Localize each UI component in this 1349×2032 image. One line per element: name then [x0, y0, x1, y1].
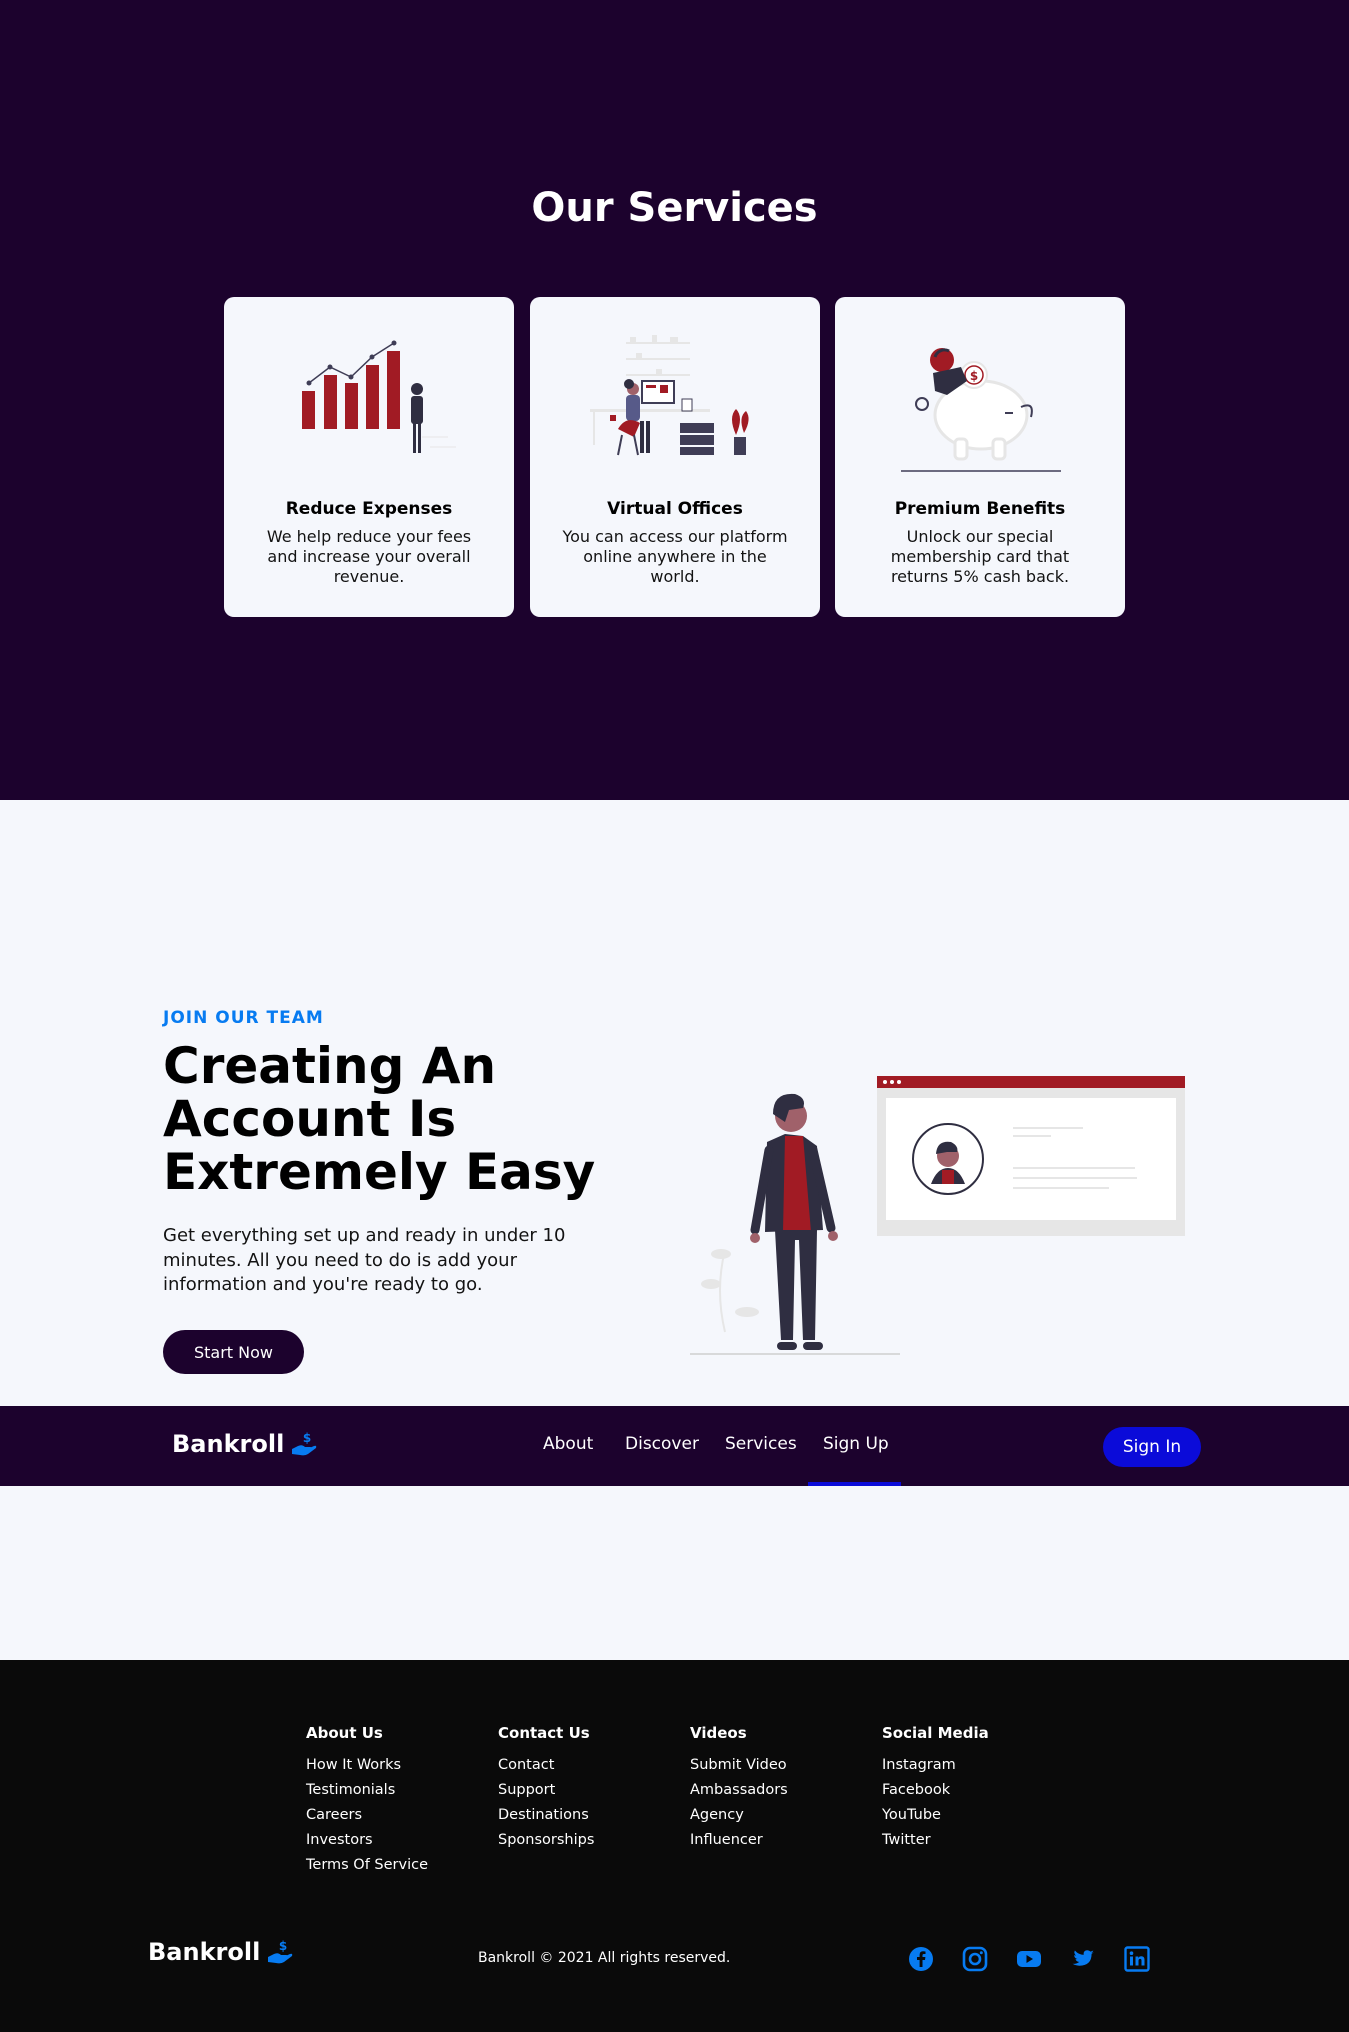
hand-dollar-icon: $	[268, 1939, 293, 1964]
twitter-icon[interactable]	[1070, 1946, 1096, 1972]
facebook-icon[interactable]	[908, 1946, 934, 1972]
footer-column-about-us: About Us How It Works Testimonials Caree…	[306, 1724, 476, 1878]
growth-chart-icon	[302, 340, 456, 453]
footer-column-social-media: Social Media Instagram Facebook YouTube …	[882, 1724, 1052, 1853]
start-now-button[interactable]: Start Now	[163, 1330, 304, 1374]
service-card-premium-benefits[interactable]: $ Premium Benefits Unlock our special me…	[835, 297, 1125, 617]
footer-link[interactable]: Twitter	[882, 1828, 1052, 1853]
nav-link-discover[interactable]: Discover	[625, 1434, 699, 1454]
copyright-text: Bankroll © 2021 All rights reserved.	[478, 1950, 731, 1966]
footer-link[interactable]: Testimonials	[306, 1778, 476, 1803]
services-title: Our Services	[531, 185, 818, 231]
service-card-desc: You can access our platform online anywh…	[562, 527, 788, 586]
instagram-icon[interactable]	[962, 1946, 988, 1972]
footer-link[interactable]: Terms Of Service	[306, 1853, 476, 1878]
footer-column-contact-us: Contact Us Contact Support Destinations …	[498, 1724, 668, 1853]
brand-logo[interactable]: Bankroll $	[172, 1430, 318, 1458]
footer: About Us How It Works Testimonials Caree…	[0, 1660, 1349, 2032]
account-signup-illustration	[690, 1076, 1185, 1355]
nav-link-about[interactable]: About	[543, 1434, 593, 1454]
youtube-icon[interactable]	[1016, 1946, 1042, 1972]
service-card-desc: Unlock our special membership card that …	[890, 527, 1070, 586]
navbar: Bankroll $ About Discover Services Sign …	[0, 1406, 1349, 1486]
footer-link[interactable]: Careers	[306, 1803, 476, 1828]
footer-link[interactable]: Facebook	[882, 1778, 1052, 1803]
service-card-title: Premium Benefits	[894, 499, 1066, 519]
footer-link[interactable]: YouTube	[882, 1803, 1052, 1828]
service-card-virtual-offices[interactable]: Virtual Offices You can access our platf…	[530, 297, 820, 617]
service-card-reduce-expenses[interactable]: Reduce Expenses We help reduce your fees…	[224, 297, 514, 617]
svg-text:$: $	[303, 1431, 311, 1445]
footer-link[interactable]: Support	[498, 1778, 668, 1803]
hand-dollar-icon: $	[292, 1431, 317, 1456]
brand-name: Bankroll	[172, 1430, 285, 1458]
svg-text:$: $	[279, 1939, 287, 1953]
footer-link[interactable]: Instagram	[882, 1753, 1052, 1778]
services-section: Our Services Reduce Expenses We help red…	[0, 0, 1349, 800]
active-link-indicator	[808, 1482, 901, 1486]
footer-link[interactable]: Investors	[306, 1828, 476, 1853]
footer-brand-logo[interactable]: Bankroll $	[148, 1938, 294, 1966]
svg-text:$: $	[970, 369, 978, 383]
footer-link[interactable]: Influencer	[690, 1828, 860, 1853]
piggy-bank-icon: $	[901, 348, 1061, 472]
footer-link[interactable]: Ambassadors	[690, 1778, 860, 1803]
join-eyebrow: JOIN OUR TEAM	[163, 1008, 324, 1028]
nav-link-sign-up[interactable]: Sign Up	[823, 1434, 889, 1454]
service-card-title: Reduce Expenses	[285, 499, 453, 519]
footer-column-heading: About Us	[306, 1724, 383, 1742]
footer-link[interactable]: Contact	[498, 1753, 668, 1778]
service-card-title: Virtual Offices	[607, 499, 743, 519]
footer-link[interactable]: Agency	[690, 1803, 860, 1828]
sign-in-button[interactable]: Sign In	[1103, 1427, 1201, 1467]
footer-column-heading: Videos	[690, 1724, 747, 1742]
footer-link[interactable]: Submit Video	[690, 1753, 860, 1778]
footer-link[interactable]: Destinations	[498, 1803, 668, 1828]
footer-brand-name: Bankroll	[148, 1938, 261, 1966]
footer-column-heading: Contact Us	[498, 1724, 590, 1742]
linkedin-icon[interactable]	[1124, 1946, 1150, 1972]
service-card-desc: We help reduce your fees and increase yo…	[266, 527, 472, 586]
footer-link[interactable]: Sponsorships	[498, 1828, 668, 1853]
office-desk-icon	[590, 335, 749, 456]
join-description: Get everything set up and ready in under…	[163, 1225, 566, 1295]
footer-column-videos: Videos Submit Video Ambassadors Agency I…	[690, 1724, 860, 1853]
footer-link[interactable]: How It Works	[306, 1753, 476, 1778]
footer-column-heading: Social Media	[882, 1724, 989, 1742]
join-heading: Creating An Account Is Extremely Easy	[163, 1037, 596, 1201]
nav-link-services[interactable]: Services	[725, 1434, 797, 1454]
